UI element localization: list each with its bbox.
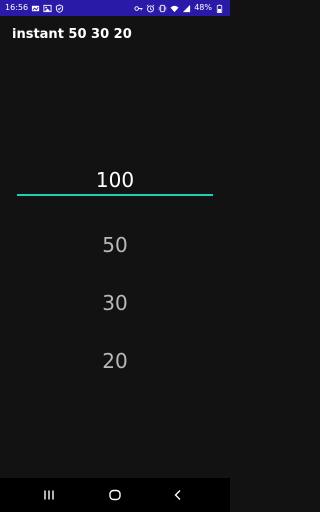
picker-selected-value[interactable]: 100 [0, 168, 230, 192]
vibrate-icon [158, 4, 167, 13]
key-icon [134, 4, 143, 13]
home-icon [108, 488, 122, 502]
navigation-bar [0, 478, 230, 512]
picker-option[interactable]: 50 [0, 233, 230, 257]
home-button[interactable] [95, 478, 135, 512]
gallery-icon [31, 4, 40, 13]
picker-option[interactable]: 20 [0, 349, 230, 373]
back-button[interactable] [158, 478, 198, 512]
recents-icon [43, 489, 55, 501]
status-right: 48% [134, 0, 224, 16]
status-left: 16:56 [5, 0, 64, 16]
recents-button[interactable] [29, 478, 69, 512]
signal-icon [182, 4, 191, 13]
status-time: 16:56 [5, 3, 29, 12]
image-icon [43, 4, 52, 13]
back-icon [172, 489, 184, 501]
status-bar: 16:56 48% [0, 0, 230, 16]
battery-percent: 48% [194, 3, 212, 12]
alarm-icon [146, 4, 155, 13]
number-picker[interactable]: 100 50 30 20 [0, 150, 230, 400]
picker-selection-underline [17, 194, 213, 196]
shield-icon [55, 3, 64, 13]
picker-option[interactable]: 30 [0, 291, 230, 315]
battery-icon [215, 4, 224, 13]
wifi-icon [170, 4, 179, 13]
page-title: instant 50 30 20 [12, 27, 132, 42]
